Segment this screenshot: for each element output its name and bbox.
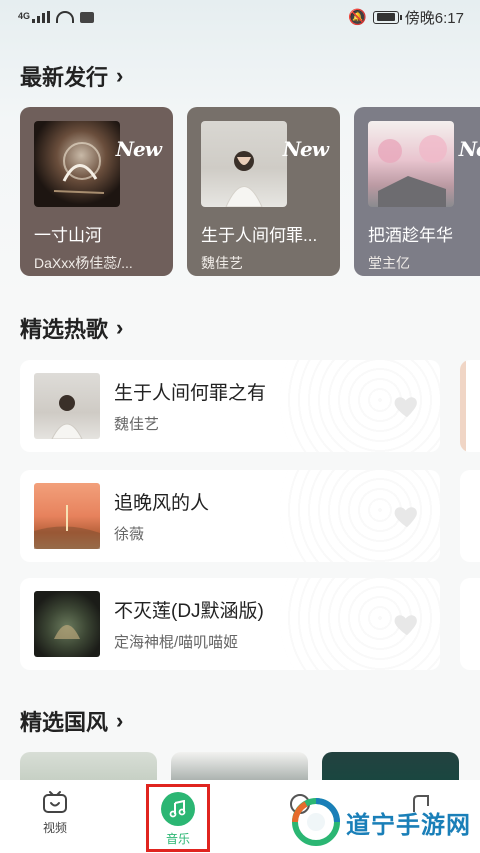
next-song-column-peek[interactable]: [460, 578, 480, 670]
release-card[interactable]: New 把酒趁年华 堂主亿: [354, 107, 480, 276]
release-title: 一寸山河: [34, 226, 102, 245]
release-card[interactable]: New 生于人间何罪... 魏佳艺: [187, 107, 340, 276]
watermark: 道宁手游网: [292, 798, 471, 846]
hot-songs-header[interactable]: 精选热歌 ›: [20, 312, 123, 344]
album-cover: [368, 121, 454, 207]
next-song-column-peek[interactable]: [460, 360, 480, 452]
watermark-text: 道宁手游网: [346, 811, 471, 839]
video-tv-icon: [43, 791, 67, 813]
song-card[interactable]: 不灭莲(DJ默涵版) 定海神棍/喵叽喵姬: [20, 578, 440, 670]
release-card[interactable]: New 一寸山河 DaXxx杨佳蕊/...: [20, 107, 173, 276]
clock: 傍晚6:17: [404, 9, 464, 27]
release-title: 生于人间何罪...: [201, 226, 318, 245]
app-notification-icon: [80, 11, 95, 23]
hot-songs-title: 精选热歌: [20, 317, 109, 342]
heart-icon[interactable]: [392, 391, 422, 421]
battery-icon: [372, 10, 402, 24]
guofeng-header[interactable]: 精选国风 ›: [20, 705, 123, 737]
nav-video-tab[interactable]: 视频: [42, 790, 68, 836]
song-cover: [34, 591, 100, 657]
song-card[interactable]: 生于人间何罪之有 魏佳艺: [20, 360, 440, 452]
new-badge: New: [282, 137, 329, 161]
watermark-logo-icon: [292, 798, 340, 846]
new-releases-title: 最新发行: [20, 65, 109, 90]
heart-icon[interactable]: [392, 501, 422, 531]
album-cover: [34, 121, 120, 207]
nav-music-label: 音乐: [165, 831, 190, 846]
song-cover: [34, 373, 100, 440]
nav-music-tab[interactable]: 音乐: [146, 784, 210, 852]
album-cover: [201, 121, 287, 207]
release-artist: 魏佳艺: [201, 255, 243, 271]
mute-bell-icon: 🔕: [348, 9, 367, 26]
guofeng-title: 精选国风: [20, 710, 109, 735]
network-type: 4G: [18, 11, 31, 21]
release-artist: DaXxx杨佳蕊/...: [34, 255, 133, 271]
status-bar: 4G 🔕 傍晚6:17: [0, 0, 480, 34]
release-artist: 堂主亿: [368, 255, 410, 271]
chevron-right-icon: ›: [116, 63, 124, 88]
wifi-icon: [56, 11, 75, 23]
next-song-column-peek[interactable]: [460, 470, 480, 562]
nav-video-label: 视频: [42, 821, 67, 835]
new-badge: New: [458, 137, 480, 161]
signal-icon: [32, 11, 51, 23]
song-cover: [34, 483, 100, 549]
new-badge: New: [115, 137, 162, 161]
song-card[interactable]: 追晚风的人 徐薇: [20, 470, 440, 562]
release-title: 把酒趁年华: [368, 226, 453, 245]
new-releases-list: New 一寸山河 DaXxx杨佳蕊/... New 生于人间何罪... 魏佳艺 …: [20, 107, 480, 276]
music-note-icon: [161, 791, 195, 826]
chevron-right-icon: ›: [116, 315, 124, 340]
heart-icon[interactable]: [392, 609, 422, 639]
new-releases-header[interactable]: 最新发行 ›: [20, 60, 123, 92]
chevron-right-icon: ›: [116, 708, 124, 733]
